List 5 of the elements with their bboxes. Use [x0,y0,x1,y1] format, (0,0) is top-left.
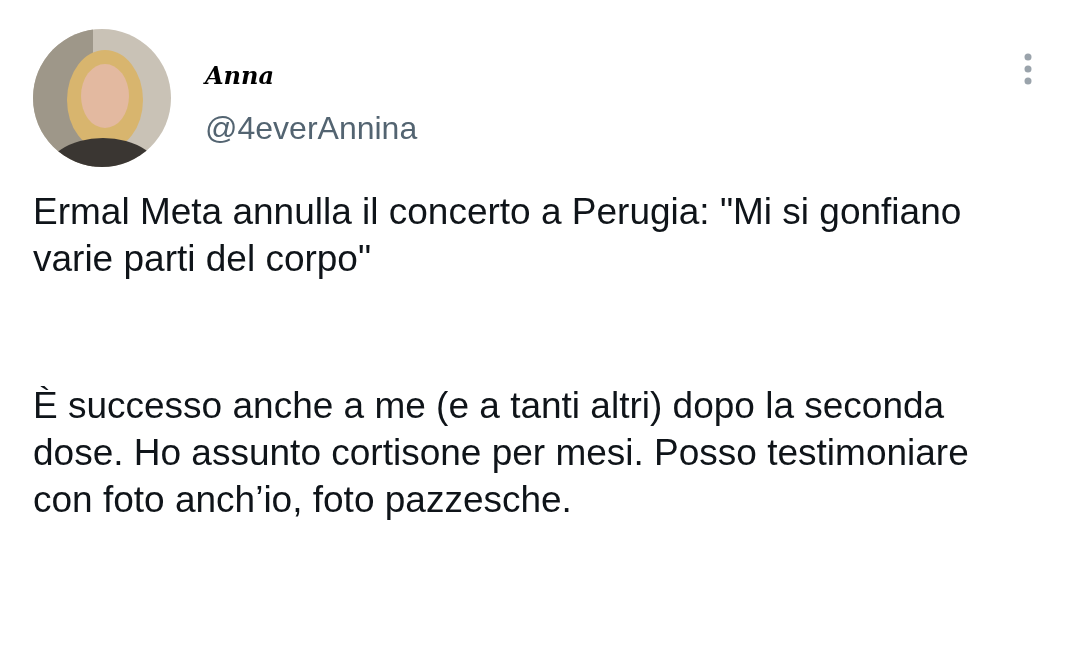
author-handle[interactable]: @4everAnnina [205,112,418,144]
author-name[interactable]: Anna [205,64,418,88]
tweet-text: Ermal Meta annulla il concerto a Perugia: "Mi si gonfiano varie parti del corpo" [33,190,963,281]
more-options-icon[interactable] [1022,53,1034,85]
tweet-text: È successo anche a me (e a tanti altri) dopo la seconda dose. Ho assunto cortisone per mesi. Posso testimoniare con foto anch’io, foto pazzesche. [33,384,970,522]
